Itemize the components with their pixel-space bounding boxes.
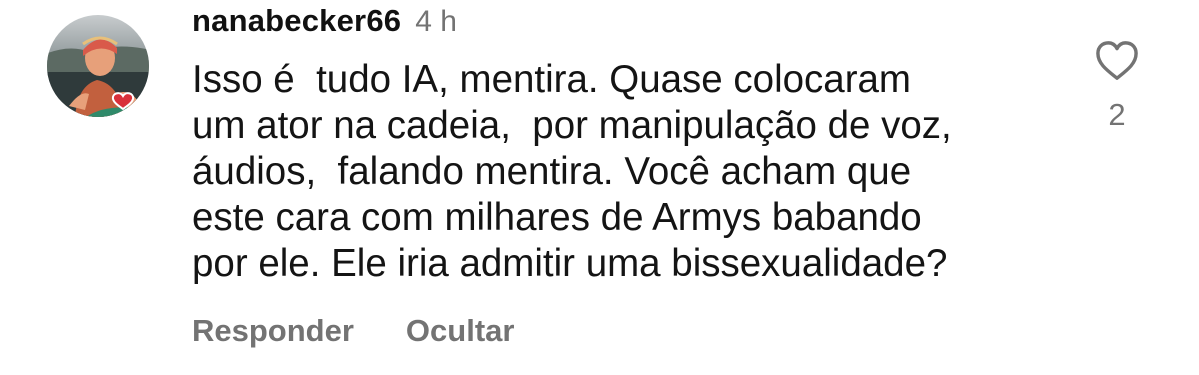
comment-text: Isso é tudo IA, mentira. Quase colocaram… bbox=[192, 58, 952, 285]
timestamp: 4 h bbox=[415, 5, 457, 38]
avatar-image bbox=[47, 15, 149, 117]
username[interactable]: nanabecker66 bbox=[192, 3, 401, 39]
comment: nanabecker66 4 h Isso é tudo IA, mentira… bbox=[0, 0, 1199, 375]
comment-actions: Responder Ocultar bbox=[192, 313, 514, 349]
like-control: 2 bbox=[1092, 40, 1142, 133]
avatar[interactable] bbox=[45, 14, 151, 118]
heart-outline-icon[interactable] bbox=[1094, 40, 1140, 82]
comment-header: nanabecker66 4 h bbox=[192, 3, 457, 43]
like-count: 2 bbox=[1108, 97, 1126, 132]
reply-button[interactable]: Responder bbox=[192, 313, 354, 349]
hide-button[interactable]: Ocultar bbox=[406, 313, 515, 349]
